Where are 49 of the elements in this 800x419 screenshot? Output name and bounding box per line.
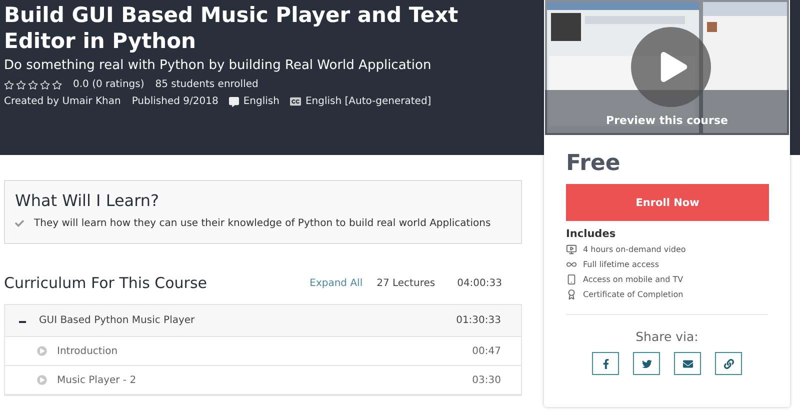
captions-text: English [Auto-generated]: [305, 96, 432, 107]
minus-icon: [19, 321, 26, 323]
lecture-duration: 03:30: [472, 374, 501, 386]
link-share-button[interactable]: [715, 352, 742, 375]
speech-bubble-icon: [229, 96, 240, 106]
course-title: Build GUI Based Music Player and Text Editor in Python: [4, 2, 460, 54]
play-icon: [659, 52, 689, 82]
email-share-button[interactable]: [674, 352, 701, 375]
twitter-icon: [642, 358, 652, 368]
email-icon: [682, 358, 692, 368]
lecture-title: Introduction: [57, 346, 118, 356]
include-item: Certificate of Completion: [583, 290, 684, 299]
section-row[interactable]: GUI Based Python Music Player 01:30:33: [5, 305, 521, 337]
check-icon: [15, 219, 24, 228]
phone-icon: [566, 274, 577, 285]
include-item: Full lifetime access: [583, 260, 659, 269]
section-duration: 01:30:33: [456, 315, 501, 326]
total-duration: 04:00:33: [457, 278, 502, 288]
enroll-button[interactable]: Enroll Now: [566, 184, 769, 221]
lecture-count: 27 Lectures: [376, 278, 436, 288]
lecture-title: Music Player - 2: [57, 374, 136, 386]
play-icon: [37, 375, 47, 385]
play-icon: [37, 346, 47, 356]
includes-heading: Includes: [566, 228, 617, 240]
facebook-icon: [600, 358, 610, 368]
language-text: English: [243, 96, 280, 107]
captions-icon: [290, 96, 302, 107]
rating-text: 0.0 (0 ratings): [73, 79, 144, 90]
author-text: Created by Umair Khan: [4, 96, 121, 107]
learn-heading: What Will I Learn?: [15, 191, 160, 210]
facebook-share-button[interactable]: [592, 352, 619, 375]
preview-caption: Preview this course: [605, 114, 729, 127]
price: Free: [566, 151, 622, 176]
include-item: Access on mobile and TV: [583, 275, 684, 284]
course-subtitle: Do something real with Python by building Real World Application: [4, 58, 432, 73]
include-item: 4 hours on-demand video: [583, 245, 686, 254]
video-icon: [566, 244, 577, 255]
link-icon: [724, 358, 734, 368]
lecture-duration: 00:47: [472, 346, 501, 356]
curriculum-heading: Curriculum For This Course: [4, 274, 208, 292]
learn-item: They will learn how they can use their knowledge of Python to build real world Applications: [34, 218, 491, 229]
enrolled-count: 85 students enrolled: [155, 79, 258, 90]
section-title: GUI Based Python Music Player: [39, 315, 195, 326]
share-heading: Share via:: [634, 329, 700, 344]
award-icon: [566, 289, 577, 300]
expand-all-link[interactable]: Expand All: [310, 278, 363, 288]
twitter-share-button[interactable]: [633, 352, 660, 375]
infinity-icon: [566, 259, 577, 270]
published-date: Published 9/2018: [132, 96, 218, 107]
